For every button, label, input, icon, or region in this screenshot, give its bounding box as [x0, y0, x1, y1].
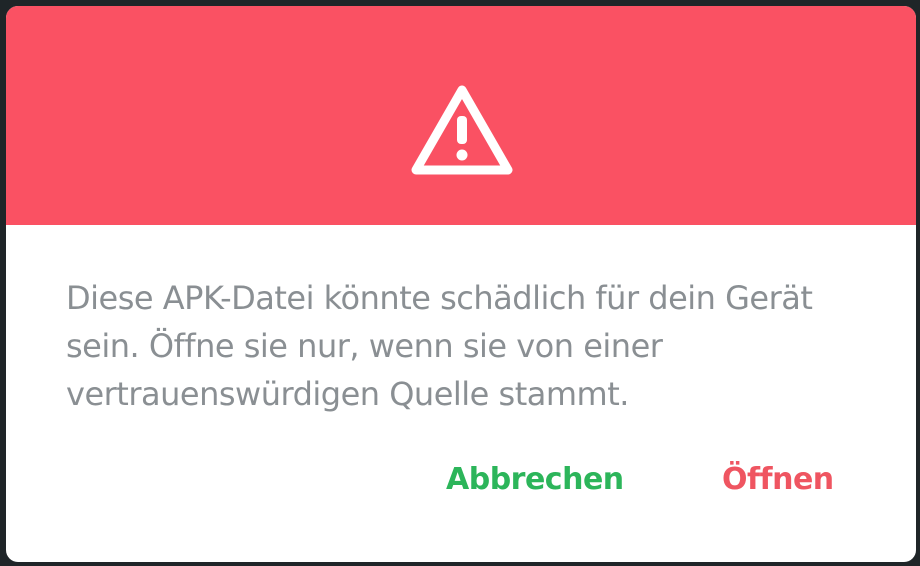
- security-warning-dialog: Diese APK-Datei könnte schädlich für dei…: [6, 6, 916, 562]
- cancel-button[interactable]: Abbrechen: [446, 456, 626, 504]
- dialog-header-banner: [6, 6, 916, 225]
- dialog-message: Diese APK-Datei könnte schädlich für dei…: [66, 279, 813, 413]
- open-button[interactable]: Öffnen: [722, 456, 842, 504]
- warning-triangle-icon: [411, 85, 513, 175]
